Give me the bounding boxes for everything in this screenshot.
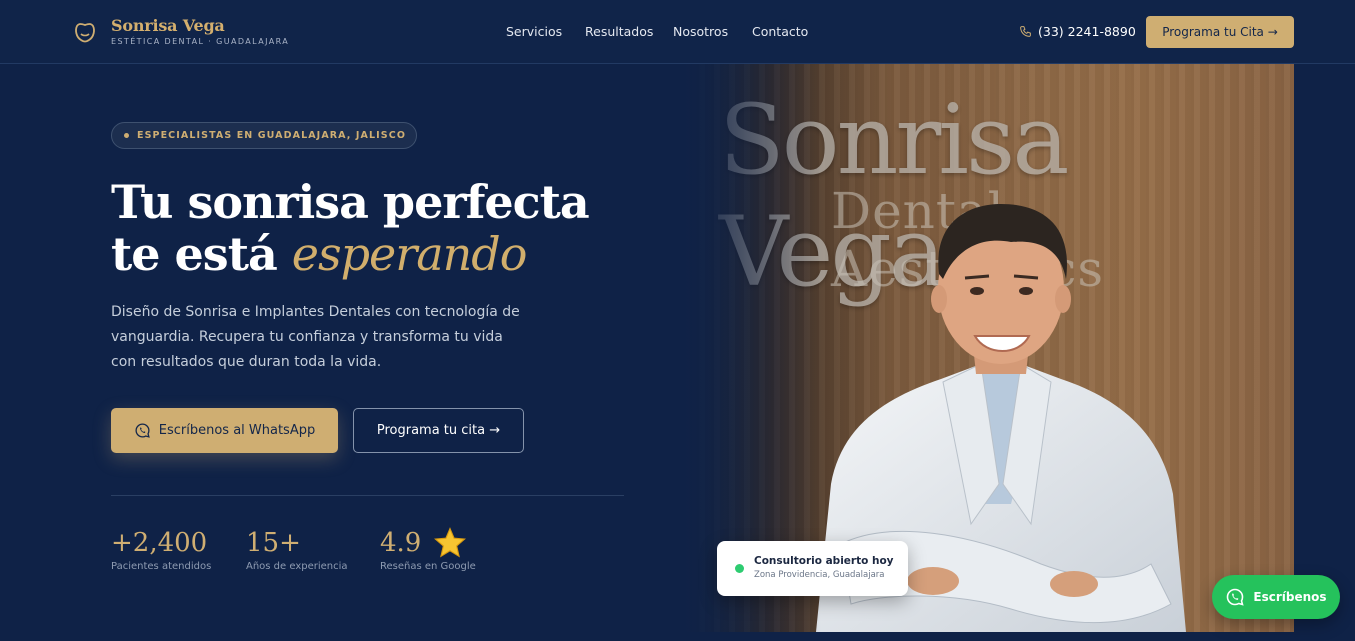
nav-resultados[interactable]: Resultados bbox=[585, 24, 653, 39]
badge-dot bbox=[124, 133, 129, 138]
location-badge: ESPECIALISTAS EN GUADALAJARA, JALISCO bbox=[111, 122, 417, 149]
whatsapp-icon bbox=[1227, 588, 1245, 606]
star-icon bbox=[434, 527, 466, 558]
hero-title: Tu sonrisa perfecta te está esperando bbox=[111, 176, 671, 280]
stat-experience-label: Años de experiencia bbox=[246, 561, 348, 572]
brand-tagline: ESTÉTICA DENTAL · GUADALAJARA bbox=[111, 37, 290, 46]
hero-title-line2-prefix: te está bbox=[111, 227, 292, 281]
hero-description: Diseño de Sonrisa e Implantes Dentales c… bbox=[111, 304, 520, 370]
floating-whatsapp-button[interactable]: Escríbenos bbox=[1212, 575, 1340, 619]
stat-rating-label: Reseñas en Google bbox=[380, 561, 476, 572]
status-location: Zona Providencia, Guadalajara bbox=[754, 570, 885, 580]
stat-patients-label: Pacientes atendidos bbox=[111, 561, 212, 572]
stat-experience-value: 15+ bbox=[246, 528, 301, 558]
nav-nosotros[interactable]: Nosotros bbox=[673, 24, 728, 39]
status-title: Consultorio abierto hoy bbox=[754, 555, 894, 567]
site-header: Sonrisa Vega ESTÉTICA DENTAL · GUADALAJA… bbox=[0, 0, 1355, 64]
tooth-icon[interactable] bbox=[73, 21, 97, 43]
nav-contacto[interactable]: Contacto bbox=[752, 24, 808, 39]
stat-rating-value: 4.9 bbox=[380, 528, 422, 558]
badge-text: ESPECIALISTAS EN GUADALAJARA, JALISCO bbox=[137, 130, 406, 141]
phone-icon bbox=[1020, 26, 1031, 37]
whatsapp-button-label: Escríbenos al WhatsApp bbox=[158, 423, 316, 438]
phone-link[interactable]: (33) 2241-8890 bbox=[1019, 24, 1136, 39]
hero-title-accent: esperando bbox=[291, 227, 528, 281]
schedule-appointment-button[interactable]: Programa tu Cita → bbox=[1146, 16, 1294, 48]
schedule-button[interactable]: Programa tu cita → bbox=[353, 408, 524, 453]
clinic-status-card: Consultorio abierto hoy Zona Providencia… bbox=[717, 541, 908, 596]
stats-divider bbox=[111, 495, 624, 496]
phone-number: (33) 2241-8890 bbox=[1038, 24, 1136, 39]
whatsapp-icon bbox=[135, 423, 150, 438]
hero-title-line1: Tu sonrisa perfecta bbox=[111, 175, 590, 229]
brand-name[interactable]: Sonrisa Vega bbox=[111, 16, 225, 35]
whatsapp-button[interactable]: Escríbenos al WhatsApp bbox=[111, 408, 338, 453]
nav-servicios[interactable]: Servicios bbox=[506, 24, 562, 39]
open-status-indicator bbox=[735, 564, 744, 573]
floating-whatsapp-label: Escríbenos bbox=[1253, 590, 1327, 604]
stat-patients-value: +2,400 bbox=[111, 528, 208, 558]
